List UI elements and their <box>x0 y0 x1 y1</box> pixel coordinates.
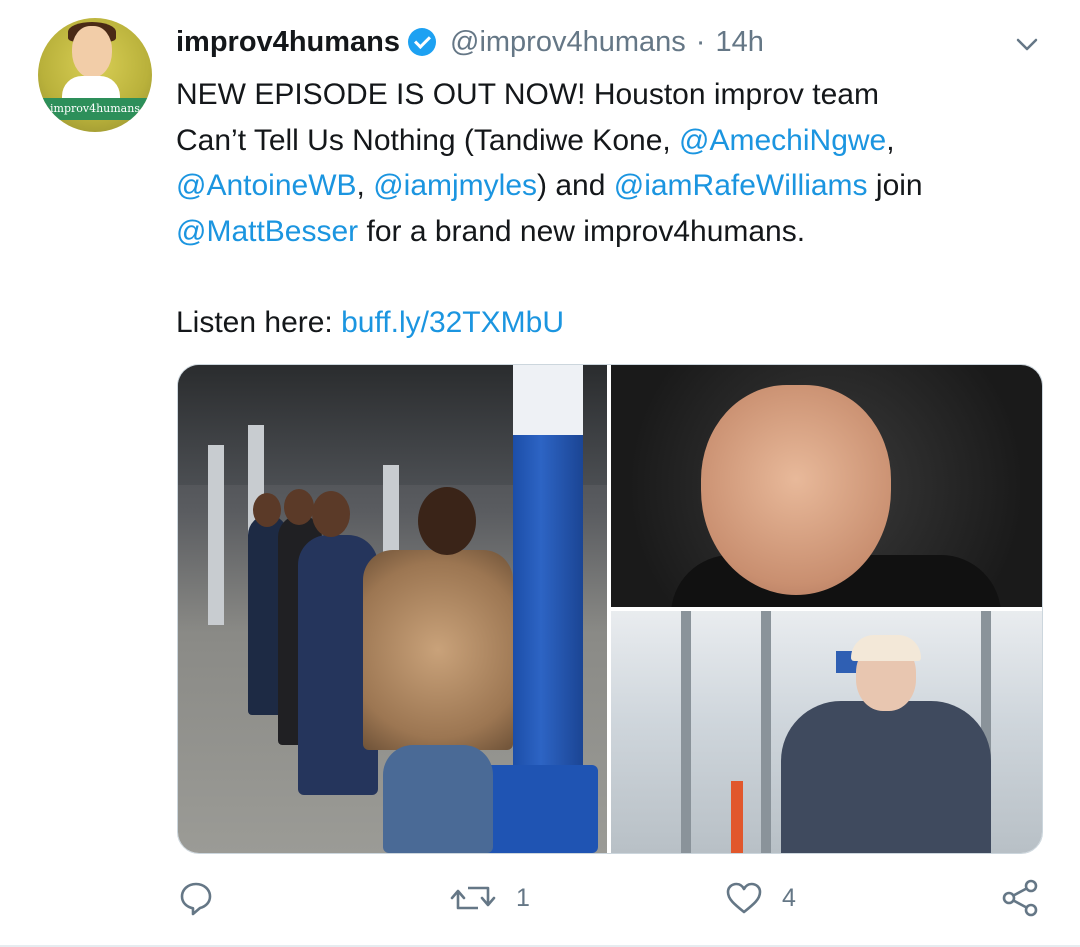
tweet-text-line: NEW EPISODE IS OUT NOW! Houston improv t… <box>176 72 1056 118</box>
photo-face <box>701 385 891 595</box>
photo-person-head <box>284 489 314 525</box>
tweet-header: improv4humans @improv4humans · 14h <box>176 22 764 62</box>
like-count: 4 <box>782 883 796 912</box>
photo-pillar <box>208 445 224 625</box>
retweet-button[interactable]: 1 <box>448 878 530 918</box>
tweet-text-line: Listen here: buff.ly/32TXMbU <box>176 300 1056 346</box>
retweet-icon <box>450 886 496 910</box>
tweet-text-segment: for a brand new improv4humans. <box>358 214 806 248</box>
tweet-actions: 1 4 <box>0 872 1080 928</box>
user-handle[interactable]: @improv4humans <box>450 26 686 59</box>
tweet-text-line: @AntoineWB, @iamjmyles) and @iamRafeWill… <box>176 163 1056 209</box>
photo-store-entrance[interactable] <box>611 611 1042 853</box>
tweet-text-segment: , <box>886 123 895 157</box>
photo-blue-post <box>513 365 583 785</box>
photo-cone <box>731 781 743 853</box>
tweet-text-segment: Can’t Tell Us Nothing (Tandiwe Kone, <box>176 123 680 157</box>
photo-headshot[interactable] <box>611 365 1042 607</box>
like-button[interactable]: 4 <box>724 878 796 918</box>
tweet-text-segment: Listen here: <box>176 305 342 339</box>
media-grid[interactable] <box>177 364 1043 854</box>
tweet-text-segment: , <box>356 169 374 202</box>
verified-badge-icon <box>408 28 436 56</box>
tweet-text-segment: join <box>867 169 923 202</box>
mention-link[interactable]: @iamRafeWilliams <box>614 169 868 202</box>
chevron-down-icon[interactable] <box>1012 30 1042 60</box>
tweet-text-line: Can’t Tell Us Nothing (Tandiwe Kone, @Am… <box>176 118 1056 164</box>
photo-person-head <box>418 487 476 555</box>
tweet-text-line: @MattBesser for a brand new improv4human… <box>176 209 1056 255</box>
photo-door-frame <box>681 611 691 853</box>
retweet-count: 1 <box>516 883 530 912</box>
avatar-face <box>72 26 112 78</box>
mention-link[interactable]: @iamjmyles <box>373 169 537 202</box>
tweet-text-blank-line <box>176 254 1056 300</box>
tweet-text-segment: ) and <box>537 169 614 202</box>
separator-dot: · <box>695 25 706 58</box>
reply-icon <box>180 882 212 916</box>
photo-post-base <box>478 765 598 853</box>
photo-cap <box>851 635 921 661</box>
mention-link[interactable]: @AmechiNgwe <box>679 124 886 157</box>
photo-team-at-station[interactable] <box>178 365 607 853</box>
avatar-logo-text: improv4humans <box>40 98 150 120</box>
reply-button[interactable] <box>176 878 234 918</box>
photo-door-frame <box>761 611 771 853</box>
mention-link[interactable]: @AntoineWB <box>176 169 357 202</box>
photo-person-fur-vest <box>363 550 513 750</box>
url-link[interactable]: buff.ly/32TXMbU <box>341 306 564 339</box>
share-icon <box>1002 879 1038 917</box>
photo-man <box>781 701 991 853</box>
photo-person-head <box>312 491 350 537</box>
tweet-text-segment: NEW EPISODE IS OUT NOW! Houston improv t… <box>176 78 879 111</box>
display-name[interactable]: improv4humans <box>176 26 400 59</box>
photo-person-jeans <box>383 745 493 853</box>
tweet-text: NEW EPISODE IS OUT NOW! Houston improv t… <box>176 72 1056 345</box>
like-icon <box>726 882 762 914</box>
photo-person-head <box>253 493 281 527</box>
mention-link[interactable]: @MattBesser <box>176 215 358 248</box>
share-button[interactable] <box>1000 878 1040 918</box>
avatar[interactable]: improv4humans <box>38 18 152 132</box>
tweet-timestamp[interactable]: 14h <box>715 26 763 59</box>
